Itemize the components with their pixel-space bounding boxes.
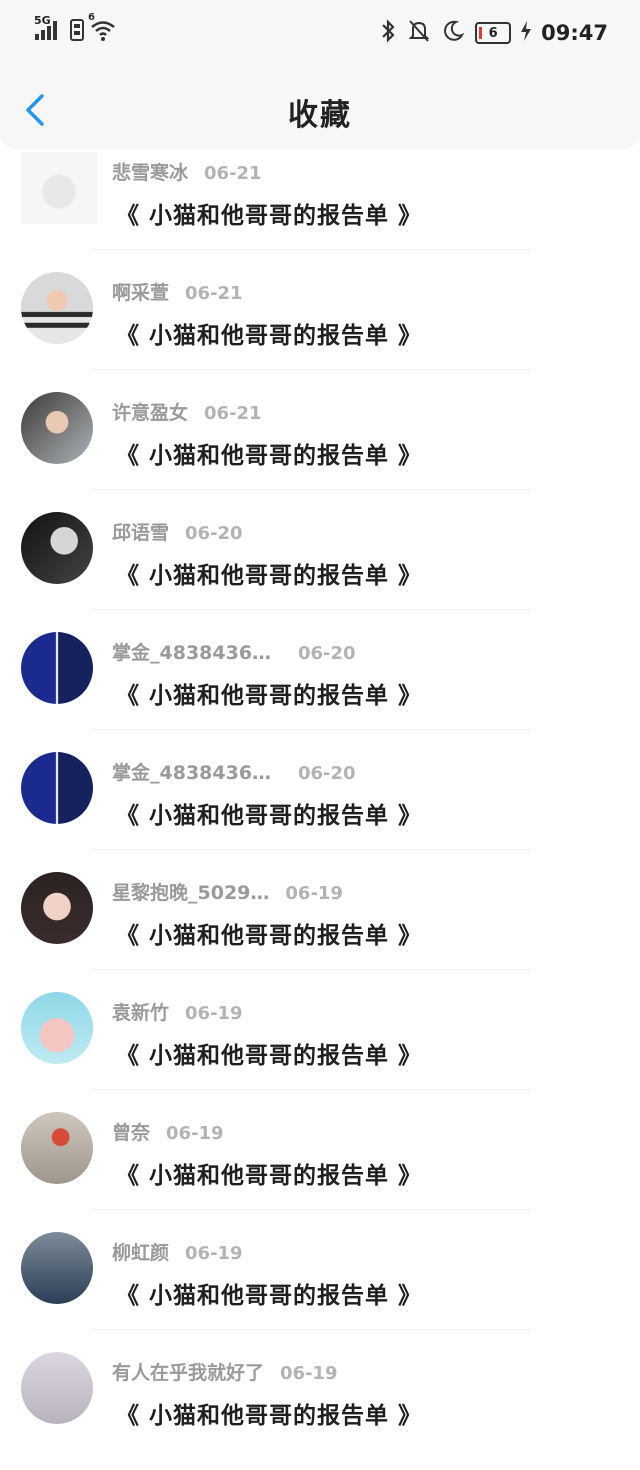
list-item[interactable]: 曾奈 06-19 《 小猫和他哥哥的报告单 》 (0, 1090, 640, 1210)
item-meta: 有人在乎我就好了 06-19 (112, 1358, 338, 1385)
item-meta: 许意盈女 06-21 (112, 398, 262, 425)
avatar (21, 752, 93, 824)
user-name: 许意盈女 (112, 402, 189, 424)
item-meta: 啊采萱 06-21 (112, 278, 243, 305)
list-item[interactable]: 掌金_48384360… 06-20 《 小猫和他哥哥的报告单 》 (0, 610, 640, 730)
user-name: 啊采萱 (112, 282, 170, 304)
item-meta: 曾奈 06-19 (112, 1118, 224, 1145)
list-item[interactable]: 掌金_48384360… 06-20 《 小猫和他哥哥的报告单 》 (0, 730, 640, 850)
item-date: 06-19 (285, 883, 343, 904)
item-title: 《 小猫和他哥哥的报告单 》 (116, 323, 423, 349)
list-item[interactable]: 许意盈女 06-21 《 小猫和他哥哥的报告单 》 (0, 370, 640, 490)
moon-icon (441, 18, 465, 48)
item-meta: 邱语雪 06-20 (112, 518, 243, 545)
user-name: 掌金_48384360… (112, 762, 282, 784)
avatar (21, 1352, 93, 1424)
bluetooth-icon (379, 18, 397, 48)
avatar (21, 272, 93, 344)
avatar (21, 872, 93, 944)
user-name: 掌金_48384360… (112, 642, 282, 664)
item-meta: 柳虹颜 06-19 (112, 1238, 243, 1265)
avatar (21, 1112, 93, 1184)
item-date: 06-20 (298, 643, 356, 664)
item-date: 06-20 (298, 763, 356, 784)
avatar (21, 152, 97, 224)
item-meta: 掌金_48384360… 06-20 (112, 638, 356, 665)
battery-level: 6 (488, 25, 498, 41)
item-title: 《 小猫和他哥哥的报告单 》 (116, 803, 423, 829)
item-date: 06-19 (185, 1243, 243, 1264)
user-name: 星黎抱晚_5029… (112, 882, 270, 904)
item-title: 《 小猫和他哥哥的报告单 》 (116, 563, 423, 589)
item-meta: 掌金_48384360… 06-20 (112, 758, 356, 785)
item-meta: 星黎抱晚_5029… 06-19 (112, 878, 343, 905)
status-left: 5G 6 (34, 12, 116, 46)
user-name: 有人在乎我就好了 (112, 1362, 265, 1384)
charging-icon (521, 21, 532, 45)
list-item[interactable]: 有人在乎我就好了 06-19 《 小猫和他哥哥的报告单 》 (0, 1330, 640, 1450)
item-title: 《 小猫和他哥哥的报告单 》 (116, 1163, 423, 1189)
item-date: 06-21 (185, 283, 243, 304)
user-name: 曾奈 (112, 1122, 151, 1144)
user-name: 柳虹颜 (112, 1242, 170, 1264)
list-item[interactable]: 悲雪寒冰 06-21 《 小猫和他哥哥的报告单 》 (0, 130, 640, 250)
item-title: 《 小猫和他哥哥的报告单 》 (116, 683, 423, 709)
list-item[interactable]: 啊采萱 06-21 《 小猫和他哥哥的报告单 》 (0, 250, 640, 370)
item-date: 06-19 (166, 1123, 224, 1144)
item-date: 06-20 (185, 523, 243, 544)
item-meta: 悲雪寒冰 06-21 (112, 158, 262, 185)
item-date: 06-21 (204, 403, 262, 424)
bell-muted-icon (407, 18, 431, 48)
user-name: 袁新竹 (112, 1002, 170, 1024)
list-item[interactable]: 星黎抱晚_5029… 06-19 《 小猫和他哥哥的报告单 》 (0, 850, 640, 970)
avatar (21, 392, 93, 464)
item-title: 《 小猫和他哥哥的报告单 》 (116, 1043, 423, 1069)
wifi-icon: 6 (88, 12, 116, 46)
item-title: 《 小猫和他哥哥的报告单 》 (116, 923, 423, 949)
user-name: 悲雪寒冰 (112, 162, 189, 184)
wifi-badge: 6 (88, 12, 95, 23)
item-date: 06-19 (185, 1003, 243, 1024)
item-title: 《 小猫和他哥哥的报告单 》 (116, 443, 423, 469)
user-name: 邱语雪 (112, 522, 170, 544)
clock: 09:47 (541, 21, 608, 45)
page-title: 收藏 (288, 98, 352, 133)
status-right: 6 09:47 (379, 18, 608, 48)
avatar (21, 512, 93, 584)
item-title: 《 小猫和他哥哥的报告单 》 (116, 203, 423, 229)
list-item[interactable]: 邱语雪 06-20 《 小猫和他哥哥的报告单 》 (0, 490, 640, 610)
status-bar: 5G 6 6 09:47 (0, 0, 640, 64)
list-item[interactable]: 袁新竹 06-19 《 小猫和他哥哥的报告单 》 (0, 970, 640, 1090)
item-date: 06-21 (204, 163, 262, 184)
item-title: 《 小猫和他哥哥的报告单 》 (116, 1403, 423, 1429)
item-title: 《 小猫和他哥哥的报告单 》 (116, 1283, 423, 1309)
avatar (21, 992, 93, 1064)
network-type: 5G (34, 14, 51, 27)
list-item[interactable]: 柳虹颜 06-19 《 小猫和他哥哥的报告单 》 (0, 1210, 640, 1330)
favorites-list: 悲雪寒冰 06-21 《 小猫和他哥哥的报告单 》 啊采萱 06-21 《 小猫… (0, 150, 640, 1470)
item-meta: 袁新竹 06-19 (112, 998, 243, 1025)
avatar (21, 1232, 93, 1304)
battery-icon: 6 (475, 22, 512, 44)
sim-icon (70, 18, 84, 46)
item-date: 06-19 (280, 1363, 338, 1384)
avatar (21, 632, 93, 704)
